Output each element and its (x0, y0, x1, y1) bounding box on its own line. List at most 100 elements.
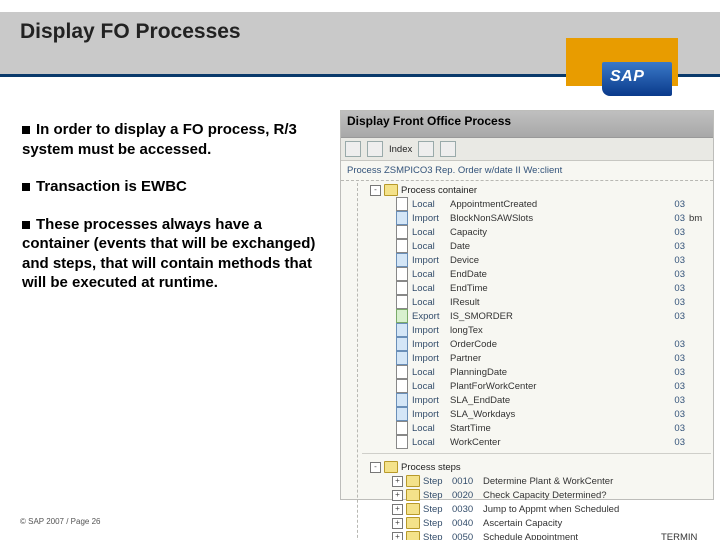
bullet-marker (22, 126, 30, 134)
slide: Display FO Processes SAP In order to dis… (0, 0, 720, 540)
container-row[interactable]: ImportOrderCode03 (392, 337, 711, 351)
bullet-text: These processes always have a container … (22, 216, 315, 292)
step-row[interactable]: +Step0010Determine Plant & WorkCenter (362, 474, 711, 488)
page-icon (396, 309, 408, 323)
row-code: 03 (665, 241, 685, 252)
page-icon (396, 239, 408, 253)
container-row[interactable]: LocalIResult03 (392, 295, 711, 309)
step-number: 0010 (452, 476, 480, 487)
step-number: 0040 (452, 518, 480, 529)
folder-icon (384, 461, 398, 473)
step-row[interactable]: +Step0020Check Capacity Determined? (362, 488, 711, 502)
step-row[interactable]: +Step0030Jump to Appmt when Scheduled (362, 502, 711, 516)
step-desc: Check Capacity Determined? (483, 490, 658, 501)
collapse-icon[interactable]: - (370, 185, 381, 196)
container-row[interactable]: LocalWorkCenter03 (392, 435, 711, 449)
bullet-marker (22, 221, 30, 229)
row-code: 03 (665, 353, 685, 364)
collapse-icon[interactable]: - (370, 462, 381, 473)
container-row[interactable]: LocalPlanningDate03 (392, 365, 711, 379)
row-extra: bm (685, 213, 711, 224)
sap-logo: SAP (602, 62, 672, 96)
container-row[interactable]: ImportSLA_Workdays03 (392, 407, 711, 421)
sap-logo-text: SAP (610, 68, 644, 86)
sap-body: - Process container LocalAppointmentCrea… (341, 181, 713, 540)
row-code: 03 (665, 213, 685, 224)
toolbar-button[interactable] (440, 141, 456, 157)
bullet-marker (22, 183, 30, 191)
expand-icon[interactable]: + (392, 490, 403, 501)
row-name: BlockNonSAWSlots (450, 213, 665, 224)
row-name: Date (450, 241, 665, 252)
container-row[interactable]: ImportlongTex (392, 323, 711, 337)
step-desc: Schedule Appointment (483, 532, 658, 540)
container-row[interactable]: LocalCapacity03 (392, 225, 711, 239)
row-name: SLA_EndDate (450, 395, 665, 406)
toolbar-index-label[interactable]: Index (389, 144, 412, 155)
row-name: IResult (450, 297, 665, 308)
step-number: 0050 (452, 532, 480, 540)
container-row[interactable]: LocalStartTime03 (392, 421, 711, 435)
page-icon (396, 379, 408, 393)
row-kind: Import (412, 409, 450, 420)
row-kind: Local (412, 269, 450, 280)
step-desc: Ascertain Capacity (483, 518, 658, 529)
container-label: Process container (401, 185, 477, 196)
row-code: 03 (665, 311, 685, 322)
toolbar-button[interactable] (367, 141, 383, 157)
container-row[interactable]: ImportDevice03 (392, 253, 711, 267)
row-name: Device (450, 255, 665, 266)
process-header: Process ZSMPICO3 Rep. Order w/date II We… (341, 161, 713, 181)
row-name: PlantForWorkCenter (450, 381, 665, 392)
row-code: 03 (665, 269, 685, 280)
container-row[interactable]: ExportIS_SMORDER03 (392, 309, 711, 323)
bullet-text: Transaction is EWBC (36, 178, 187, 195)
folder-icon (384, 184, 398, 196)
expand-icon[interactable]: + (392, 504, 403, 515)
expand-icon[interactable]: + (392, 476, 403, 487)
row-kind: Import (412, 325, 450, 336)
container-row[interactable]: ImportBlockNonSAWSlots03bm (392, 211, 711, 225)
page-icon (396, 323, 408, 337)
row-code: 03 (665, 395, 685, 406)
expand-icon[interactable]: + (392, 518, 403, 529)
step-row[interactable]: +Step0040Ascertain Capacity (362, 516, 711, 530)
row-code: 03 (665, 367, 685, 378)
tree-node-steps[interactable]: - Process steps (362, 460, 711, 474)
page-icon (396, 281, 408, 295)
bullet-text: In order to display a FO process, R/3 sy… (22, 121, 297, 158)
toolbar-button[interactable] (345, 141, 361, 157)
page-icon (396, 253, 408, 267)
row-kind: Local (412, 199, 450, 210)
sap-window: Display Front Office Process Index Proce… (340, 110, 714, 500)
container-row[interactable]: LocalDate03 (392, 239, 711, 253)
container-row[interactable]: ImportPartner03 (392, 351, 711, 365)
bullet-item: These processes always have a container … (22, 215, 332, 293)
divider (362, 453, 711, 454)
container-row[interactable]: LocalAppointmentCreated03 (392, 197, 711, 211)
step-desc: Determine Plant & WorkCenter (483, 476, 658, 487)
row-name: PlanningDate (450, 367, 665, 378)
sap-window-title: Display Front Office Process (341, 111, 713, 138)
expand-icon[interactable]: + (392, 532, 403, 540)
container-row[interactable]: LocalPlantForWorkCenter03 (392, 379, 711, 393)
page-icon (396, 421, 408, 435)
row-kind: Local (412, 283, 450, 294)
tree-node-container[interactable]: - Process container (362, 183, 711, 197)
row-name: SLA_Workdays (450, 409, 665, 420)
row-kind: Import (412, 395, 450, 406)
container-row[interactable]: LocalEndDate03 (392, 267, 711, 281)
row-kind: Import (412, 255, 450, 266)
page-icon (396, 351, 408, 365)
step-row[interactable]: +Step0050Schedule AppointmentTERMIN (362, 530, 711, 540)
steps-label: Process steps (401, 462, 461, 473)
toolbar-button[interactable] (418, 141, 434, 157)
container-row[interactable]: ImportSLA_EndDate03 (392, 393, 711, 407)
bullet-item: Transaction is EWBC (22, 177, 332, 197)
row-kind: Export (412, 311, 450, 322)
page-icon (396, 393, 408, 407)
row-code: 03 (665, 297, 685, 308)
container-row[interactable]: LocalEndTime03 (392, 281, 711, 295)
folder-icon (406, 517, 420, 529)
container-rows: LocalAppointmentCreated03ImportBlockNonS… (392, 197, 711, 449)
